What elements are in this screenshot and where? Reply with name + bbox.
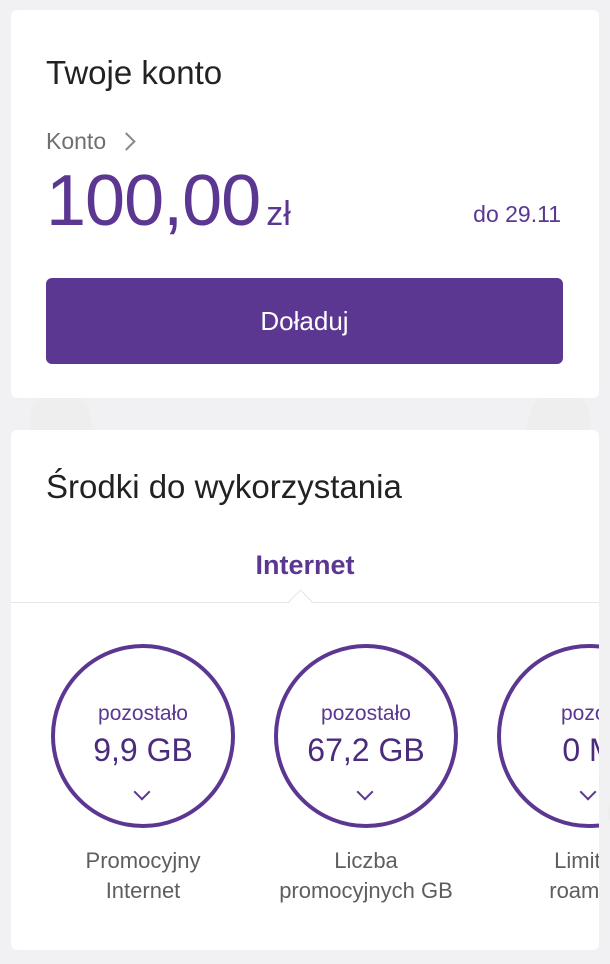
gauge-caption-line1: Promocyjny <box>85 848 201 873</box>
chevron-down-icon <box>133 783 151 801</box>
balance: 100,00 zł <box>46 160 291 242</box>
gauge-ring[interactable]: pozostało 67,2 GB <box>274 644 458 828</box>
resources-card-title: Środki do wykorzystania <box>46 468 402 505</box>
konto-link[interactable]: Konto <box>46 128 136 155</box>
gauge-caption: Liczba promocyjnych GB <box>251 846 481 906</box>
gauge-promo-gb: pozostało 67,2 GB Liczba promocyjnych GB <box>251 644 481 906</box>
gauge-caption-line2: promocyjnych GB <box>279 878 453 903</box>
gauge-ring[interactable]: pozostało 9,9 GB <box>51 644 235 828</box>
account-card: Twoje konto Konto 100,00 zł do 29.11 Doł… <box>11 10 599 398</box>
tab-indicator-pointer <box>288 589 313 614</box>
balance-amount: 100,00 <box>46 161 261 241</box>
gauge-roaming-limit: pozos 0 M Limit G roaming <box>474 644 599 906</box>
gauge-caption: Promocyjny Internet <box>28 846 258 906</box>
resource-gauges: pozostało 9,9 GB Promocyjny Internet poz… <box>11 644 599 924</box>
balance-currency: zł <box>266 195 291 233</box>
tab-internet[interactable]: Internet <box>11 550 599 581</box>
account-card-title: Twoje konto <box>46 54 223 91</box>
gauge-caption-line1: Liczba <box>334 848 398 873</box>
gauge-value: 9,9 GB <box>93 732 193 768</box>
gauge-remaining-label: pozostało <box>98 702 188 725</box>
gauge-caption-line2: roaming <box>549 878 599 903</box>
chevron-right-icon <box>117 132 136 151</box>
gauge-caption: Limit G roaming <box>474 846 599 906</box>
gauge-remaining-label: pozos <box>560 702 599 725</box>
gauge-ring[interactable]: pozos 0 M <box>497 644 599 828</box>
gauge-caption-line1: Limit G <box>554 848 599 873</box>
chevron-down-icon <box>356 783 374 801</box>
gauge-caption-line2: Internet <box>105 878 181 903</box>
gauge-value: 0 M <box>562 732 599 768</box>
gauge-value: 67,2 GB <box>307 732 425 768</box>
topup-button[interactable]: Doładuj <box>46 278 563 364</box>
resources-card: Środki do wykorzystania Internet pozosta… <box>11 430 599 950</box>
konto-label: Konto <box>46 128 107 154</box>
chevron-down-icon <box>579 783 597 801</box>
valid-until-date: do 29.11 <box>473 201 561 227</box>
gauge-promo-internet: pozostało 9,9 GB Promocyjny Internet <box>28 644 258 906</box>
gauge-remaining-label: pozostało <box>321 702 411 725</box>
